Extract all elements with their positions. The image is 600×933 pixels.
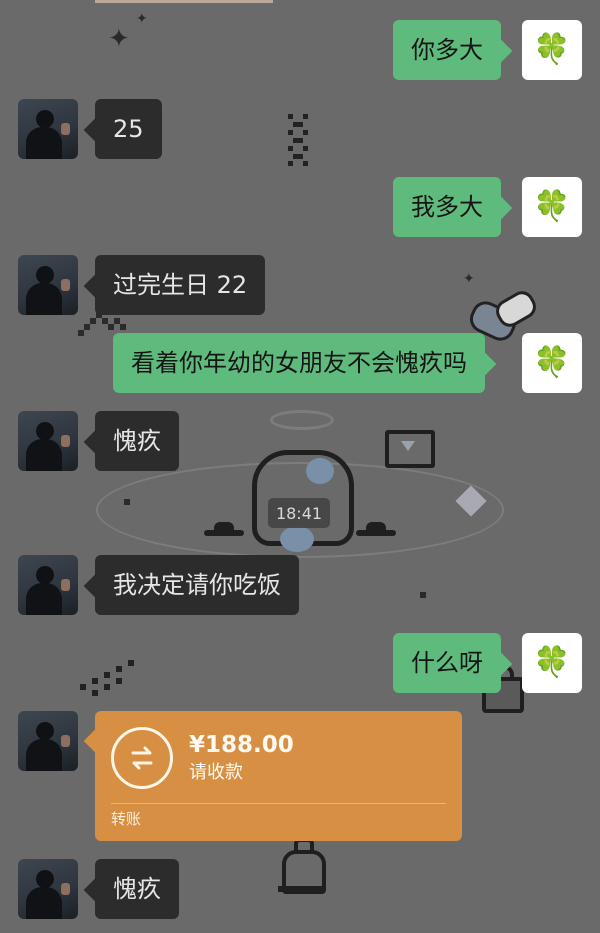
message-text: 你多大 — [411, 35, 483, 64]
message-bubble-right[interactable]: 看着你年幼的女朋友不会愧疚吗 — [113, 333, 485, 393]
clover-icon: 🍀 — [533, 189, 571, 224]
chat-area: 你多大 🍀 25 我多大 🍀 过完生日 22 看着你年幼的女朋友不会愧疚吗 🍀 — [0, 0, 600, 933]
user-avatar — [18, 555, 78, 615]
message-bubble-right[interactable]: 什么呀 — [393, 633, 501, 693]
user-avatar — [18, 859, 78, 919]
avatar[interactable] — [18, 255, 78, 315]
avatar[interactable]: 🍀 — [522, 633, 582, 693]
transfer-divider — [111, 803, 446, 804]
avatar[interactable] — [18, 99, 78, 159]
transfer-card[interactable]: ¥188.00 请收款 转账 — [95, 711, 462, 841]
message-bubble-left[interactable]: 愧疚 — [95, 411, 179, 471]
avatar[interactable] — [18, 859, 78, 919]
message-bubble-right[interactable]: 我多大 — [393, 177, 501, 237]
transfer-label: 转账 — [111, 810, 142, 828]
message-text: 过完生日 22 — [113, 270, 248, 299]
clover-icon: 🍀 — [533, 345, 571, 380]
user-avatar — [18, 99, 78, 159]
user-avatar — [18, 411, 78, 471]
transfer-amount: ¥188.00 — [189, 731, 294, 758]
message-bubble-left[interactable]: 我决定请你吃饭 — [95, 555, 299, 615]
message-bubble-left[interactable]: 愧疚 — [95, 859, 179, 919]
message-text: 25 — [113, 114, 144, 143]
avatar[interactable] — [18, 711, 78, 771]
time-text: 18:41 — [275, 503, 323, 523]
message-text: 我多大 — [411, 192, 483, 221]
message-text: 愧疚 — [113, 426, 161, 455]
clover-icon: 🍀 — [533, 645, 571, 680]
time-divider: 18:41 — [268, 498, 330, 528]
message-text: 什么呀 — [411, 648, 483, 677]
message-text: 愧疚 — [113, 874, 161, 903]
message-text: 看着你年幼的女朋友不会愧疚吗 — [131, 348, 467, 377]
clover-icon: 🍀 — [533, 32, 571, 67]
transfer-icon — [111, 727, 173, 789]
avatar[interactable]: 🍀 — [522, 20, 582, 80]
transfer-text: ¥188.00 请收款 — [189, 731, 294, 784]
avatar[interactable]: 🍀 — [522, 333, 582, 393]
message-text: 我决定请你吃饭 — [113, 570, 281, 599]
avatar[interactable] — [18, 555, 78, 615]
transfer-header: ¥188.00 请收款 — [111, 725, 446, 791]
transfer-subtitle: 请收款 — [189, 762, 243, 784]
message-bubble-right[interactable]: 你多大 — [393, 20, 501, 80]
avatar[interactable] — [18, 411, 78, 471]
user-avatar — [18, 711, 78, 771]
avatar[interactable]: 🍀 — [522, 177, 582, 237]
message-bubble-left[interactable]: 过完生日 22 — [95, 255, 266, 315]
user-avatar — [18, 255, 78, 315]
message-bubble-left[interactable]: 25 — [95, 99, 162, 159]
